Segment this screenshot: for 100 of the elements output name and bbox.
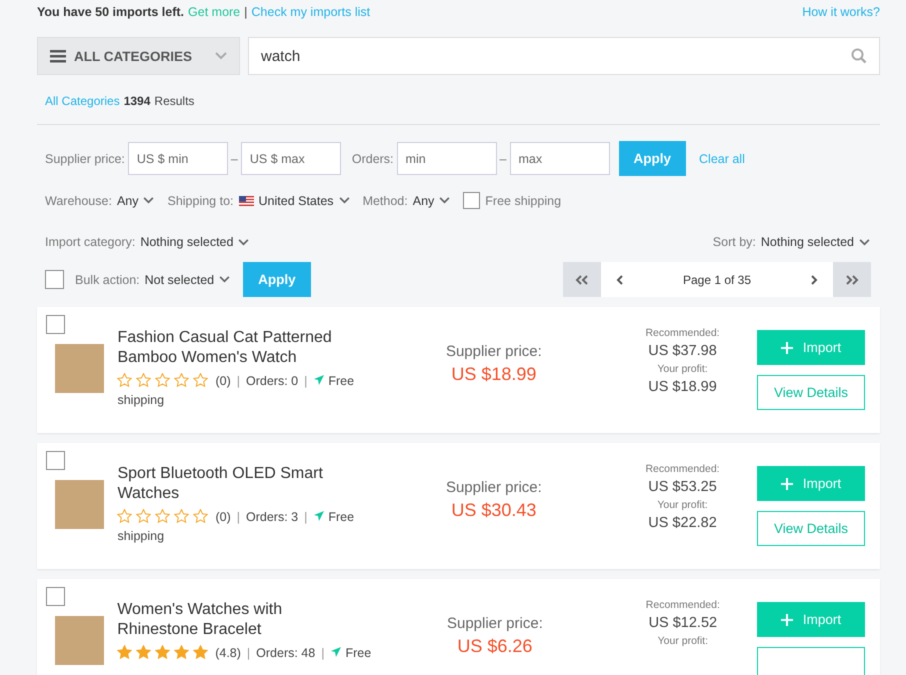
search-icon[interactable] — [851, 48, 867, 64]
chevron-down-icon — [219, 276, 230, 283]
plane-icon — [313, 374, 326, 386]
price-label: Supplier price: — [446, 479, 542, 496]
warehouse-dropdown[interactable]: Any — [116, 194, 154, 208]
shipping-dropdown[interactable]: United States — [258, 194, 350, 208]
free-shipping-checkbox[interactable] — [463, 192, 480, 209]
double-chevron-left-icon — [575, 274, 589, 284]
chevron-down-icon — [143, 197, 154, 204]
photo-placeholder — [55, 344, 104, 393]
product-title: Women's Watches with Rhinestone Bracelet — [117, 600, 284, 640]
chevron-left-icon — [616, 274, 624, 284]
range-dash: – — [500, 152, 506, 166]
price-label: Supplier price: — [446, 615, 543, 632]
separator-text: | — [246, 646, 250, 660]
bulk-action-label: Bulk action: — [75, 272, 140, 286]
product-checkbox[interactable] — [46, 587, 65, 606]
product-title: Sport Bluetooth OLED Smart Watches — [117, 464, 324, 504]
flag-icon — [238, 196, 254, 206]
filter-label: Warehouse: — [45, 194, 112, 208]
separator-text: | — [304, 374, 308, 388]
plus-icon — [780, 478, 793, 490]
price-label: Supplier price: — [446, 343, 542, 360]
range-dash: – — [230, 152, 238, 166]
method-dropdown[interactable]: Any — [412, 194, 450, 208]
filter-label: Supplier price: — [45, 152, 125, 166]
profit-label: Your profit: — [658, 635, 708, 647]
recommended-label: Recommended: — [645, 327, 720, 339]
free-shipping-label: Free shipping — [485, 194, 562, 208]
import-category-dropdown[interactable]: Nothing selected — [140, 235, 250, 249]
menu-icon — [50, 50, 66, 62]
imports-list-link[interactable]: Check my imports list — [251, 5, 370, 19]
plane-icon — [313, 510, 326, 522]
get-more-link[interactable]: Get more — [188, 5, 240, 19]
import-button[interactable]: Import — [757, 466, 865, 501]
apply-button[interactable]: Apply — [618, 141, 686, 176]
view-details-button[interactable] — [757, 647, 865, 675]
product-checkbox[interactable] — [46, 315, 65, 334]
rating-count: (4.8) — [215, 646, 241, 660]
shipping-text: Free — [345, 646, 372, 660]
profit-value: US $22.82 — [648, 515, 717, 531]
shipping-text: shipping — [117, 393, 164, 407]
rating-count: (0) — [215, 374, 231, 388]
shipping-text: Free — [328, 510, 354, 524]
recommended-price: US $12.52 — [648, 615, 718, 631]
clear-all-link[interactable]: Clear all — [699, 152, 745, 166]
filter-label: Method: — [362, 194, 408, 208]
shipping-text: Free — [328, 374, 354, 388]
supplier-price: US $30.43 — [451, 500, 536, 521]
how-it-works-link[interactable]: How it works? — [802, 5, 880, 19]
photo-placeholder — [55, 616, 104, 665]
shipping-text: shipping — [117, 529, 164, 543]
recommended-price: US $53.25 — [648, 479, 717, 495]
import-button[interactable]: Import — [757, 330, 865, 365]
price-max-field[interactable]: US $ max — [240, 142, 341, 175]
profit-label: Your profit: — [657, 363, 708, 375]
separator-text: | — [236, 374, 240, 388]
recommended-label: Recommended: — [645, 463, 720, 475]
orders-count: Orders: 48 — [256, 646, 316, 660]
plus-icon — [780, 342, 793, 354]
import-button[interactable]: Import — [757, 602, 865, 637]
orders-max-field[interactable]: max — [510, 142, 610, 175]
profit-label: Your profit: — [657, 499, 708, 511]
bulk-apply-button[interactable]: Apply — [243, 262, 311, 297]
supplier-price: US $18.99 — [451, 364, 536, 385]
rating-count: (0) — [215, 510, 231, 524]
separator-text: | — [321, 646, 324, 660]
category-link[interactable]: All Categories — [45, 94, 120, 108]
separator-text: | — [236, 510, 240, 524]
plane-icon — [330, 646, 342, 658]
page-indicator: Page 1 of 35 — [682, 272, 752, 288]
view-details-button[interactable]: View Details — [757, 511, 865, 546]
product-title: Fashion Casual Cat Patterned Bamboo Women's Watch — [117, 328, 333, 368]
chevron-right-icon — [810, 274, 818, 284]
recommended-price: US $37.98 — [648, 343, 717, 359]
product-checkbox[interactable] — [46, 451, 65, 470]
orders-count: Orders: 3 — [246, 510, 298, 524]
category-dropdown[interactable]: ALL CATEGORIES — [37, 37, 240, 75]
orders-min-field[interactable]: min — [396, 142, 497, 175]
chevron-down-icon — [859, 238, 870, 246]
separator-text: | — [244, 5, 248, 19]
photo-placeholder — [55, 480, 104, 529]
bulk-action-dropdown[interactable]: Not selected — [144, 272, 230, 286]
last-page-button[interactable] — [833, 262, 871, 297]
chevron-down-icon — [215, 52, 227, 60]
view-details-button[interactable]: View Details — [757, 375, 865, 410]
sort-dropdown[interactable]: Nothing selected — [760, 235, 870, 249]
plus-icon — [780, 614, 793, 626]
price-min-field[interactable]: US $ min — [128, 142, 228, 175]
filter-label: Sort by: — [712, 235, 756, 249]
recommended-label: Recommended: — [646, 599, 720, 611]
supplier-price: US $6.26 — [457, 636, 532, 657]
search-field[interactable]: watch — [248, 37, 880, 75]
imports-left-text: You have 50 imports left. — [37, 5, 184, 19]
first-page-button[interactable] — [563, 262, 601, 297]
chevron-down-icon — [338, 197, 350, 204]
orders-count: Orders: 0 — [246, 374, 298, 388]
bulk-checkbox[interactable] — [45, 270, 64, 289]
chevron-down-icon — [238, 238, 250, 246]
double-chevron-right-icon — [845, 274, 859, 284]
